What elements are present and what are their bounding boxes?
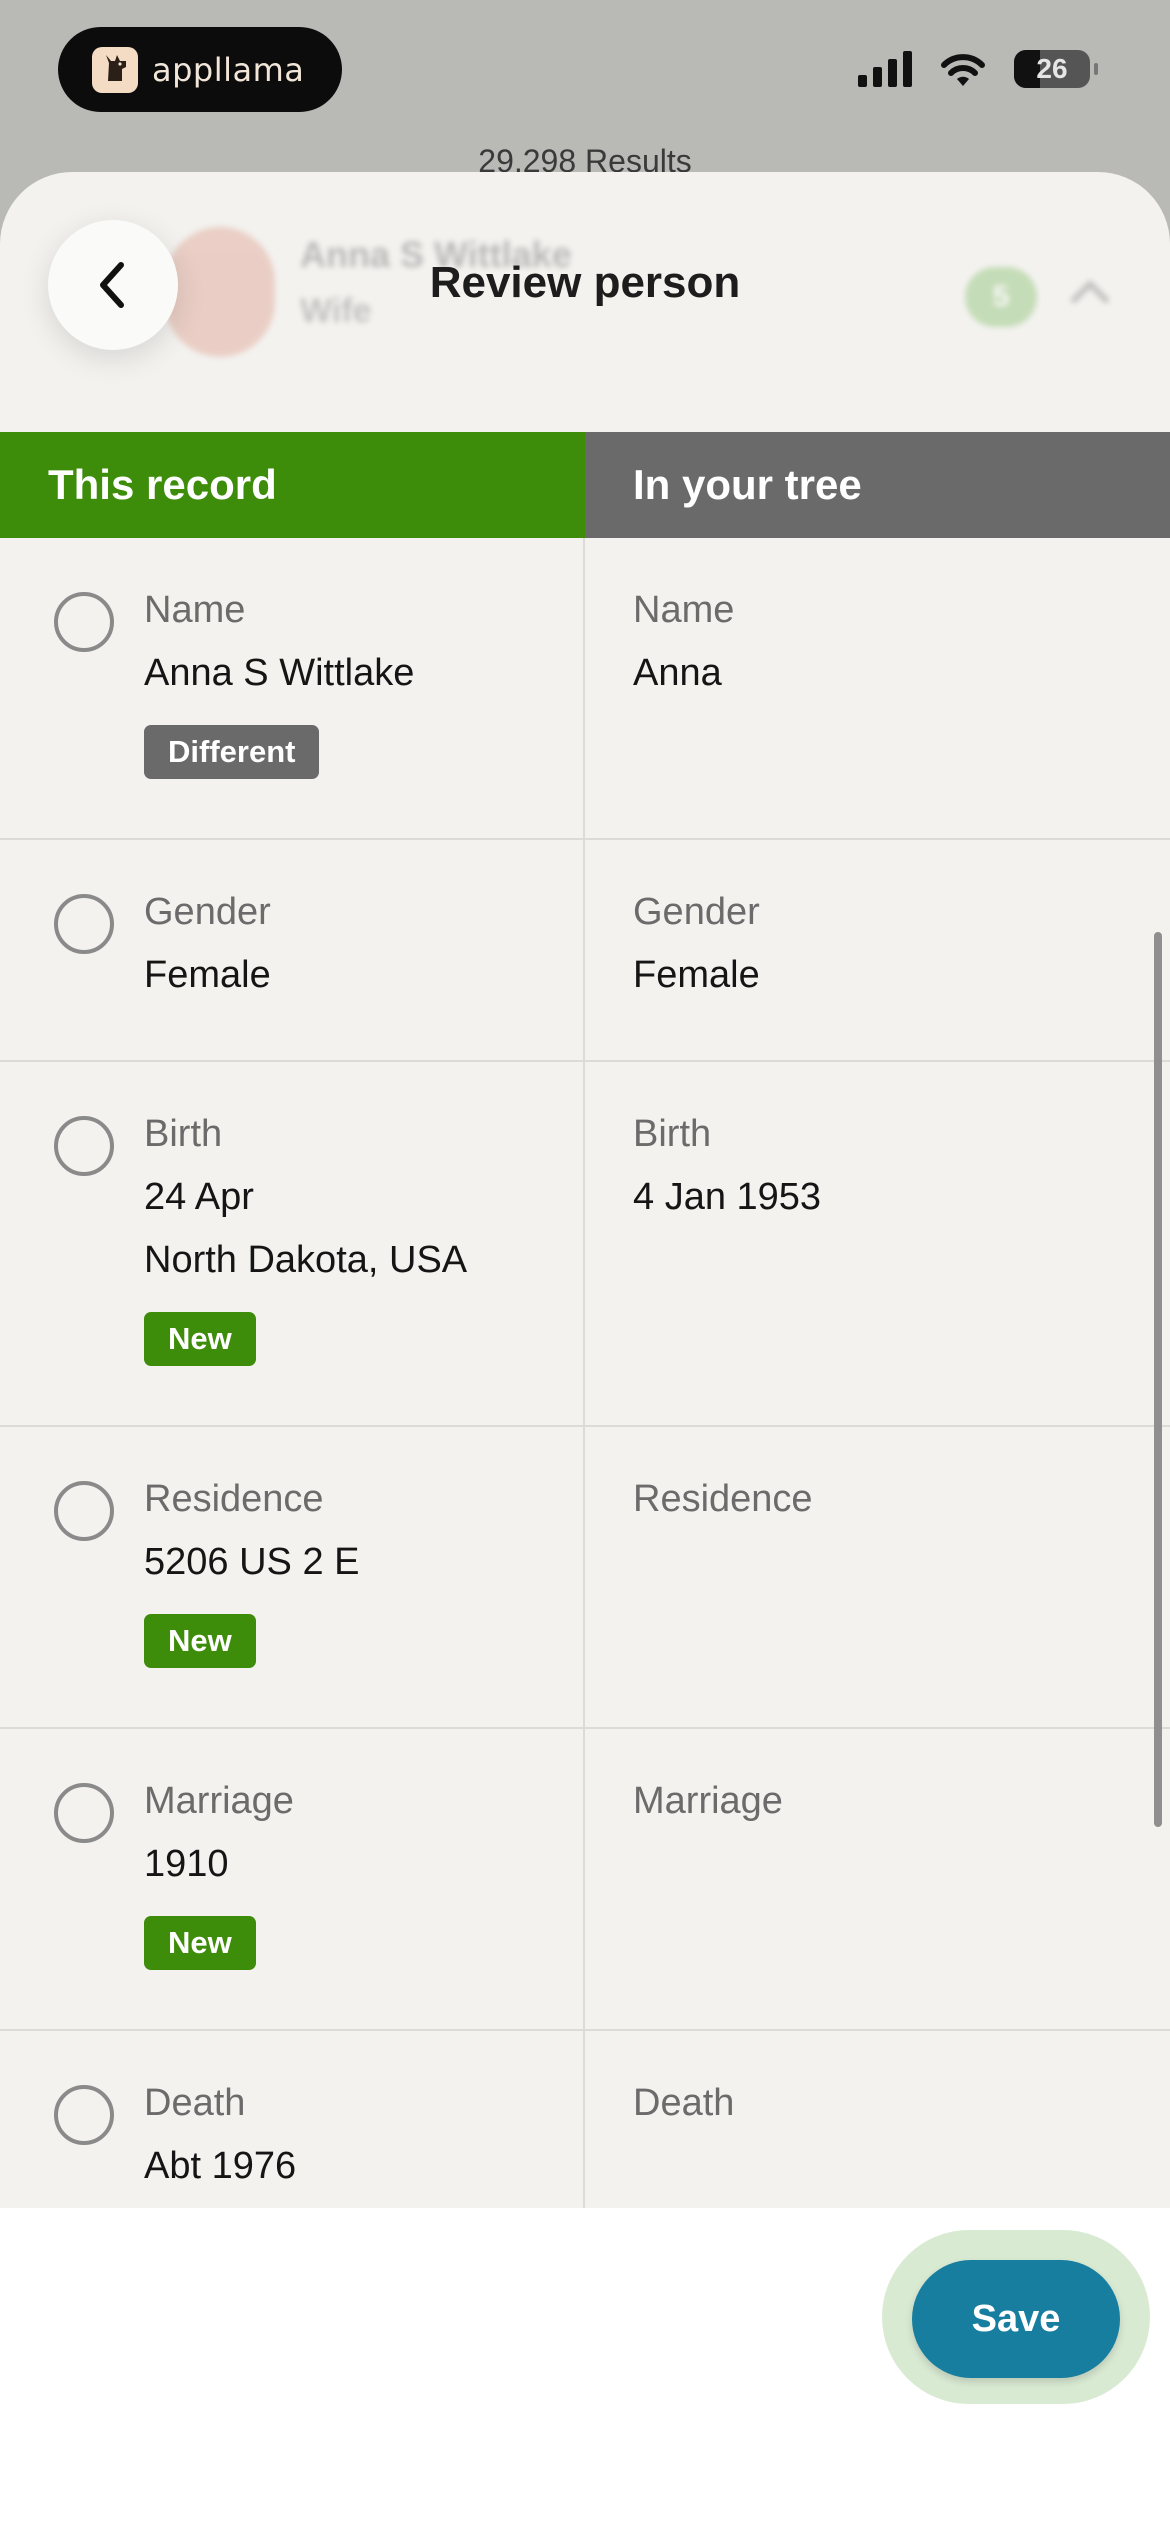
tree-cell: Name Anna bbox=[585, 538, 1170, 838]
this-record-header: This record bbox=[0, 432, 585, 538]
record-value: Anna S Wittlake bbox=[144, 652, 415, 694]
record-cell: Name Anna S Wittlake Different bbox=[0, 538, 585, 838]
battery-level: 26 bbox=[1036, 53, 1068, 84]
tree-cell: Gender Female bbox=[585, 840, 1170, 1060]
record-value: Abt 1976 bbox=[144, 2145, 297, 2187]
tree-value: 4 Jan 1953 bbox=[633, 1176, 822, 1218]
status-badge: New bbox=[144, 1614, 256, 1668]
app-brand-name: appllama bbox=[152, 50, 305, 89]
comparison-rows: Name Anna S Wittlake Different Name Anna… bbox=[0, 538, 1170, 2208]
select-radio-gender[interactable] bbox=[54, 894, 114, 954]
table-row: Marriage 1910 New Marriage bbox=[0, 1729, 1170, 2031]
select-radio-marriage[interactable] bbox=[54, 1783, 114, 1843]
in-your-tree-header: In your tree bbox=[585, 432, 1170, 538]
record-value: Female bbox=[144, 954, 271, 996]
tree-cell: Death bbox=[585, 2031, 1170, 2208]
app-brand-pill: appllama bbox=[58, 27, 342, 112]
table-row: Name Anna S Wittlake Different Name Anna bbox=[0, 538, 1170, 840]
record-cell: Birth 24 Apr North Dakota, USA New bbox=[0, 1062, 585, 1425]
tree-cell: Birth 4 Jan 1953 bbox=[585, 1062, 1170, 1425]
llama-logo-icon bbox=[92, 46, 138, 93]
record-cell: Gender Female bbox=[0, 840, 585, 1060]
status-badge: New bbox=[144, 1312, 256, 1366]
page-title: Review person bbox=[429, 258, 741, 307]
signal-icon bbox=[858, 51, 912, 87]
table-row: Birth 24 Apr North Dakota, USA New Birth… bbox=[0, 1062, 1170, 1427]
field-label: Marriage bbox=[144, 1780, 294, 1822]
record-cell: Death Abt 1976 bbox=[0, 2031, 585, 2208]
field-label: Birth bbox=[633, 1113, 712, 1155]
wifi-icon bbox=[941, 54, 985, 86]
field-label: Name bbox=[144, 589, 246, 631]
tree-cell: Marriage bbox=[585, 1729, 1170, 2029]
select-radio-name[interactable] bbox=[54, 592, 114, 652]
battery-icon: 26 bbox=[1014, 50, 1098, 88]
field-label: Residence bbox=[633, 1478, 813, 1520]
table-row: Gender Female Gender Female bbox=[0, 840, 1170, 1062]
field-label: Death bbox=[633, 2082, 735, 2124]
comparison-table-header: This record In your tree bbox=[0, 432, 1170, 538]
tree-value: Anna bbox=[633, 652, 722, 694]
record-value: North Dakota, USA bbox=[144, 1239, 468, 1281]
select-radio-death[interactable] bbox=[54, 2085, 114, 2145]
record-value: 1910 bbox=[144, 1843, 229, 1885]
table-row: Residence 5206 US 2 E New Residence bbox=[0, 1427, 1170, 1729]
select-radio-birth[interactable] bbox=[54, 1116, 114, 1176]
record-value: 24 Apr bbox=[144, 1176, 254, 1218]
scrollbar[interactable] bbox=[1154, 932, 1162, 1827]
sheet-header: Anna S Wittlake Wife 5 Review person bbox=[0, 172, 1170, 432]
status-badge: Different bbox=[144, 725, 320, 779]
tree-cell: Residence bbox=[585, 1427, 1170, 1727]
status-icons: 26 bbox=[858, 50, 1098, 88]
field-label: Death bbox=[144, 2082, 246, 2124]
record-value: 5206 US 2 E bbox=[144, 1541, 360, 1583]
field-label: Marriage bbox=[633, 1780, 783, 1822]
record-cell: Marriage 1910 New bbox=[0, 1729, 585, 2029]
select-radio-residence[interactable] bbox=[54, 1481, 114, 1541]
field-label: Gender bbox=[633, 891, 760, 933]
field-label: Residence bbox=[144, 1478, 324, 1520]
status-bar: appllama 26 bbox=[0, 0, 1170, 150]
record-cell: Residence 5206 US 2 E New bbox=[0, 1427, 585, 1727]
field-label: Birth bbox=[144, 1113, 223, 1155]
field-label: Name bbox=[633, 589, 735, 631]
table-row: Death Abt 1976 Death bbox=[0, 2031, 1170, 2208]
status-badge: New bbox=[144, 1916, 256, 1970]
tree-value: Female bbox=[633, 954, 760, 996]
field-label: Gender bbox=[144, 891, 271, 933]
review-person-sheet: Anna S Wittlake Wife 5 Review person Thi… bbox=[0, 172, 1170, 2532]
save-button[interactable]: Save bbox=[912, 2260, 1120, 2378]
